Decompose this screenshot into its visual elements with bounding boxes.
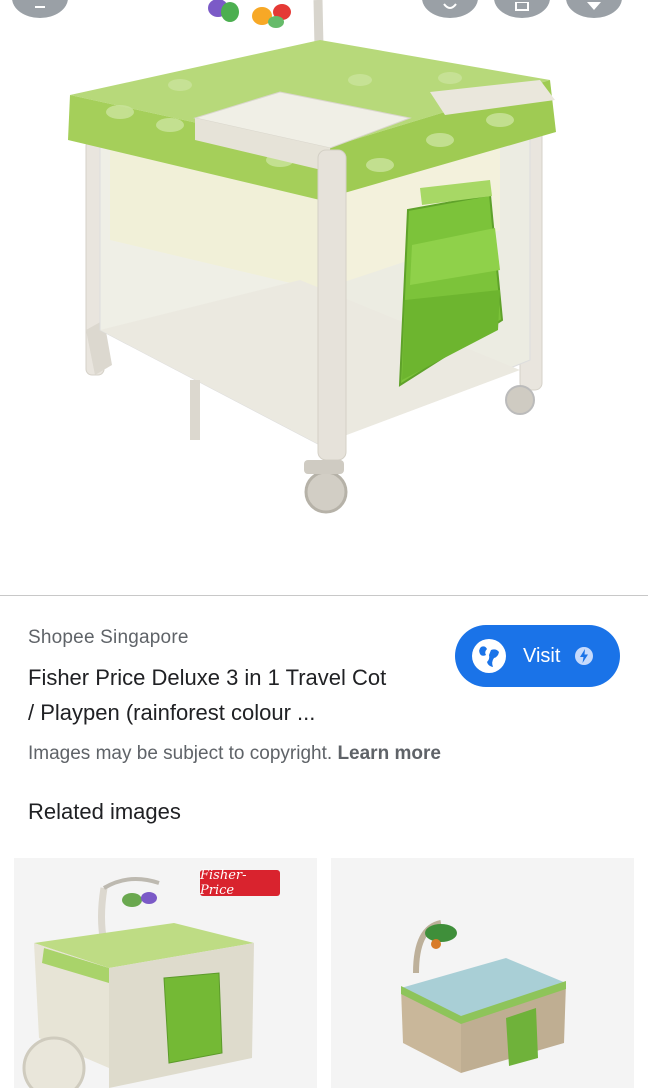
back-icon — [35, 6, 45, 8]
result-title-line-2: / Playpen (rainforest colour ... — [28, 700, 316, 725]
collection-icon — [515, 2, 529, 11]
copyright-notice: Images may be subject to copyright. Lear… — [28, 743, 441, 765]
travel-cot-image — [68, 0, 556, 514]
result-source[interactable]: Shopee Singapore — [28, 627, 189, 649]
result-title[interactable]: Fisher Price Deluxe 3 in 1 Travel Cot / … — [28, 660, 448, 730]
visit-label: Visit — [523, 644, 561, 667]
related-images-heading: Related images — [28, 799, 181, 824]
travel-cot-thumbnail-2 — [401, 920, 566, 1073]
copyright-text: Images may be subject to copyright. — [28, 743, 333, 764]
main-image-preview[interactable] — [0, 0, 648, 595]
brand-logo: Fisher-Price — [200, 868, 280, 898]
divider — [0, 595, 648, 596]
related-image-1[interactable]: Fisher-Price — [14, 858, 317, 1088]
related-image-2[interactable] — [331, 858, 634, 1088]
share-icon — [443, 3, 457, 9]
star-icon — [587, 2, 601, 10]
visit-button[interactable]: Visit — [455, 625, 620, 687]
bolt-icon — [575, 647, 594, 665]
globe-icon — [472, 639, 506, 673]
result-title-line-1: Fisher Price Deluxe 3 in 1 Travel Cot — [28, 665, 387, 690]
learn-more-link[interactable]: Learn more — [337, 743, 440, 764]
